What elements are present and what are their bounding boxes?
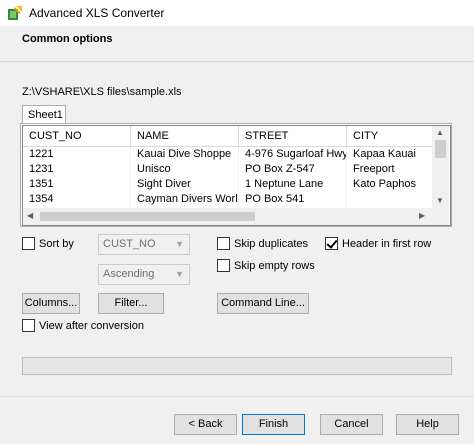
- skip-duplicates-checkbox[interactable]: [217, 237, 230, 250]
- command-line-button[interactable]: Command Line...: [217, 293, 309, 314]
- grid-body: 1221 Kauai Dive Shoppe 4-976 Sugarloaf H…: [23, 147, 435, 207]
- columns-button[interactable]: Columns...: [22, 293, 80, 314]
- skip-duplicates-option[interactable]: Skip duplicates: [217, 237, 308, 250]
- arrow-down-icon[interactable]: ▼: [436, 196, 444, 205]
- app-logo-icon: [8, 6, 22, 20]
- table-cell: PO Box 541: [239, 192, 347, 207]
- sort-by-checkbox[interactable]: [22, 237, 35, 250]
- horizontal-scroll-thumb[interactable]: [40, 212, 255, 221]
- header-first-row-label: Header in first row: [342, 237, 432, 250]
- arrow-right-icon[interactable]: ▶: [419, 211, 425, 220]
- progress-bar: [22, 357, 452, 375]
- scrollbar-corner: [432, 208, 449, 225]
- view-after-checkbox[interactable]: [22, 319, 35, 332]
- table-row[interactable]: 1221 Kauai Dive Shoppe 4-976 Sugarloaf H…: [23, 147, 435, 162]
- grid-header: CUST_NO NAME STREET CITY: [23, 126, 435, 147]
- filter-button[interactable]: Filter...: [98, 293, 164, 314]
- footer-divider: [0, 396, 474, 397]
- sort-by-label: Sort by: [39, 237, 74, 250]
- column-header[interactable]: STREET: [239, 126, 347, 147]
- view-after-option[interactable]: View after conversion: [22, 319, 144, 332]
- sort-by-option[interactable]: Sort by: [22, 237, 74, 250]
- header-first-row-checkbox[interactable]: [325, 237, 338, 250]
- table-cell: 1351: [23, 177, 131, 192]
- sort-order-value: Ascending: [103, 268, 155, 280]
- table-cell: Sight Diver: [131, 177, 239, 192]
- table-row[interactable]: 1231 Unisco PO Box Z-547 Freeport: [23, 162, 435, 177]
- table-cell: Unisco: [131, 162, 239, 177]
- view-after-label: View after conversion: [39, 319, 144, 332]
- table-cell: Kato Paphos: [347, 177, 435, 192]
- sort-field-value: CUST_NO: [103, 238, 156, 250]
- header-panel: Common options: [0, 26, 474, 62]
- table-cell: Kapaa Kauai: [347, 147, 435, 162]
- title-bar: Advanced XLS Converter: [0, 0, 474, 26]
- horizontal-scrollbar[interactable]: ◀ ▶: [23, 208, 432, 225]
- table-cell: PO Box Z-547: [239, 162, 347, 177]
- table-cell: 4-976 Sugarloaf Hwy: [239, 147, 347, 162]
- chevron-down-icon: ▼: [175, 269, 184, 279]
- table-cell: 1 Neptune Lane: [239, 177, 347, 192]
- column-header[interactable]: CUST_NO: [23, 126, 131, 147]
- vertical-scrollbar[interactable]: ▲ ▼: [432, 126, 449, 208]
- sort-order-select[interactable]: Ascending ▼: [98, 264, 190, 285]
- data-grid[interactable]: CUST_NO NAME STREET CITY 1221 Kauai Dive…: [22, 125, 451, 226]
- table-cell: 1354: [23, 192, 131, 207]
- skip-empty-rows-label: Skip empty rows: [234, 259, 315, 272]
- column-header[interactable]: NAME: [131, 126, 239, 147]
- table-cell: 1221: [23, 147, 131, 162]
- help-button[interactable]: Help: [396, 414, 459, 435]
- back-button[interactable]: < Back: [174, 414, 237, 435]
- section-title: Common options: [22, 33, 113, 45]
- vertical-scroll-thumb[interactable]: [435, 140, 446, 158]
- column-header[interactable]: CITY: [347, 126, 435, 147]
- table-cell: [347, 192, 435, 207]
- table-cell: 1231: [23, 162, 131, 177]
- arrow-left-icon[interactable]: ◀: [27, 211, 33, 220]
- skip-empty-rows-option[interactable]: Skip empty rows: [217, 259, 315, 272]
- sort-field-select[interactable]: CUST_NO ▼: [98, 234, 190, 255]
- file-path-label: Z:\VSHARE\XLS files\sample.xls: [22, 86, 182, 98]
- chevron-down-icon: ▼: [175, 239, 184, 249]
- table-cell: Freeport: [347, 162, 435, 177]
- skip-empty-rows-checkbox[interactable]: [217, 259, 230, 272]
- arrow-up-icon[interactable]: ▲: [436, 128, 444, 137]
- cancel-button[interactable]: Cancel: [320, 414, 383, 435]
- finish-button[interactable]: Finish: [242, 414, 305, 435]
- tab-sheet1[interactable]: Sheet1: [22, 105, 66, 124]
- table-row[interactable]: 1351 Sight Diver 1 Neptune Lane Kato Pap…: [23, 177, 435, 192]
- table-cell: Kauai Dive Shoppe: [131, 147, 239, 162]
- table-cell: Cayman Divers Worl...: [131, 192, 239, 207]
- window-title: Advanced XLS Converter: [29, 6, 165, 20]
- table-row[interactable]: 1354 Cayman Divers Worl... PO Box 541: [23, 192, 435, 207]
- skip-duplicates-label: Skip duplicates: [234, 237, 308, 250]
- header-first-row-option[interactable]: Header in first row: [325, 237, 431, 250]
